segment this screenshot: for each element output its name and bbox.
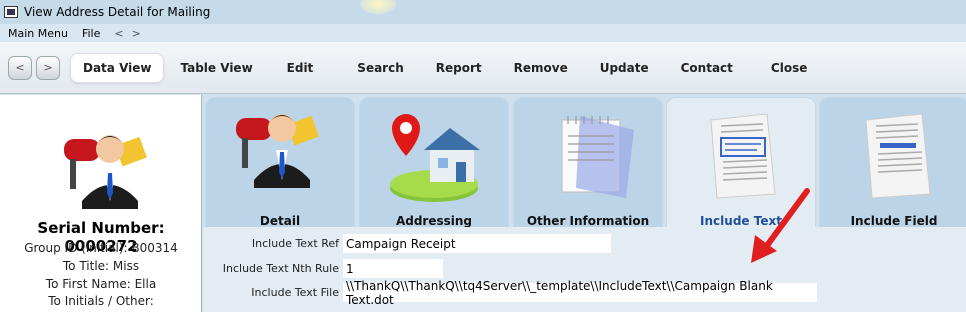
data-view-button[interactable]: Data View <box>70 52 165 83</box>
include-text-nth-rule-label: Include Text Nth Rule <box>222 262 339 275</box>
tab-detail[interactable]: Detail <box>205 97 355 229</box>
menu-back-icon[interactable]: < <box>114 27 123 40</box>
menu-forward-icon[interactable]: > <box>132 27 141 40</box>
menu-file[interactable]: File <box>82 27 100 40</box>
record-summary-panel: Serial Number: 0000272 Group ID (initial… <box>0 95 202 312</box>
house-location-icon <box>390 114 480 202</box>
to-initials: To Initials / Other: <box>48 294 154 308</box>
window-title: View Address Detail for Mailing <box>24 5 211 19</box>
include-text-ref-label: Include Text Ref <box>251 237 339 250</box>
tab-other-information[interactable]: Other Information <box>513 97 663 229</box>
remove-button[interactable]: Remove <box>502 53 580 83</box>
notepad-icon <box>561 116 634 198</box>
to-first-name: To First Name: Ella <box>45 277 157 291</box>
to-title: To Title: Miss <box>62 259 140 273</box>
close-button[interactable]: Close <box>759 53 819 83</box>
back-button[interactable]: < <box>8 55 32 80</box>
update-button[interactable]: Update <box>588 53 661 83</box>
tab-label: Addressing <box>395 214 473 228</box>
document-field-icon <box>865 113 931 199</box>
include-text-ref-field[interactable]: Campaign Receipt <box>343 234 611 253</box>
search-button[interactable]: Search <box>345 53 415 83</box>
forward-button[interactable]: > <box>36 55 60 80</box>
contact-button[interactable]: Contact <box>669 53 745 83</box>
include-text-file-label: Include Text File <box>251 286 339 299</box>
table-view-button[interactable]: Table View <box>168 53 264 83</box>
group-id: Group ID (initial): B00314 <box>24 241 178 255</box>
menu-bar: Main Menu File < > <box>0 24 966 42</box>
tab-addressing[interactable]: Addressing <box>359 97 509 229</box>
red-arrow-annotation-icon <box>751 188 810 263</box>
include-text-nth-rule-field[interactable]: 1 <box>343 259 443 278</box>
tab-label: Include Field <box>850 214 938 228</box>
cursor-highlight <box>360 0 396 14</box>
app-icon <box>4 6 18 18</box>
contact-mailbox-icon <box>64 135 147 209</box>
toolbar: < > Data View Table View Edit Search Rep… <box>0 42 966 94</box>
menu-main[interactable]: Main Menu <box>8 27 68 40</box>
include-text-form: Include Text Ref Campaign Receipt Includ… <box>203 227 966 312</box>
include-text-file-field[interactable]: \\ThankQ\\ThankQ\\tq4Server\\_template\\… <box>343 279 817 307</box>
tab-label: Detail <box>259 214 301 228</box>
report-button[interactable]: Report <box>424 53 494 83</box>
tab-include-field[interactable]: Include Field <box>819 97 966 229</box>
tab-label: Other Information <box>526 214 650 228</box>
title-bar: View Address Detail for Mailing <box>0 0 966 24</box>
contact-mailbox-icon <box>236 114 319 188</box>
edit-button[interactable]: Edit <box>275 53 326 83</box>
tab-strip: Detail Addressing Other Information Incl… <box>203 95 966 229</box>
